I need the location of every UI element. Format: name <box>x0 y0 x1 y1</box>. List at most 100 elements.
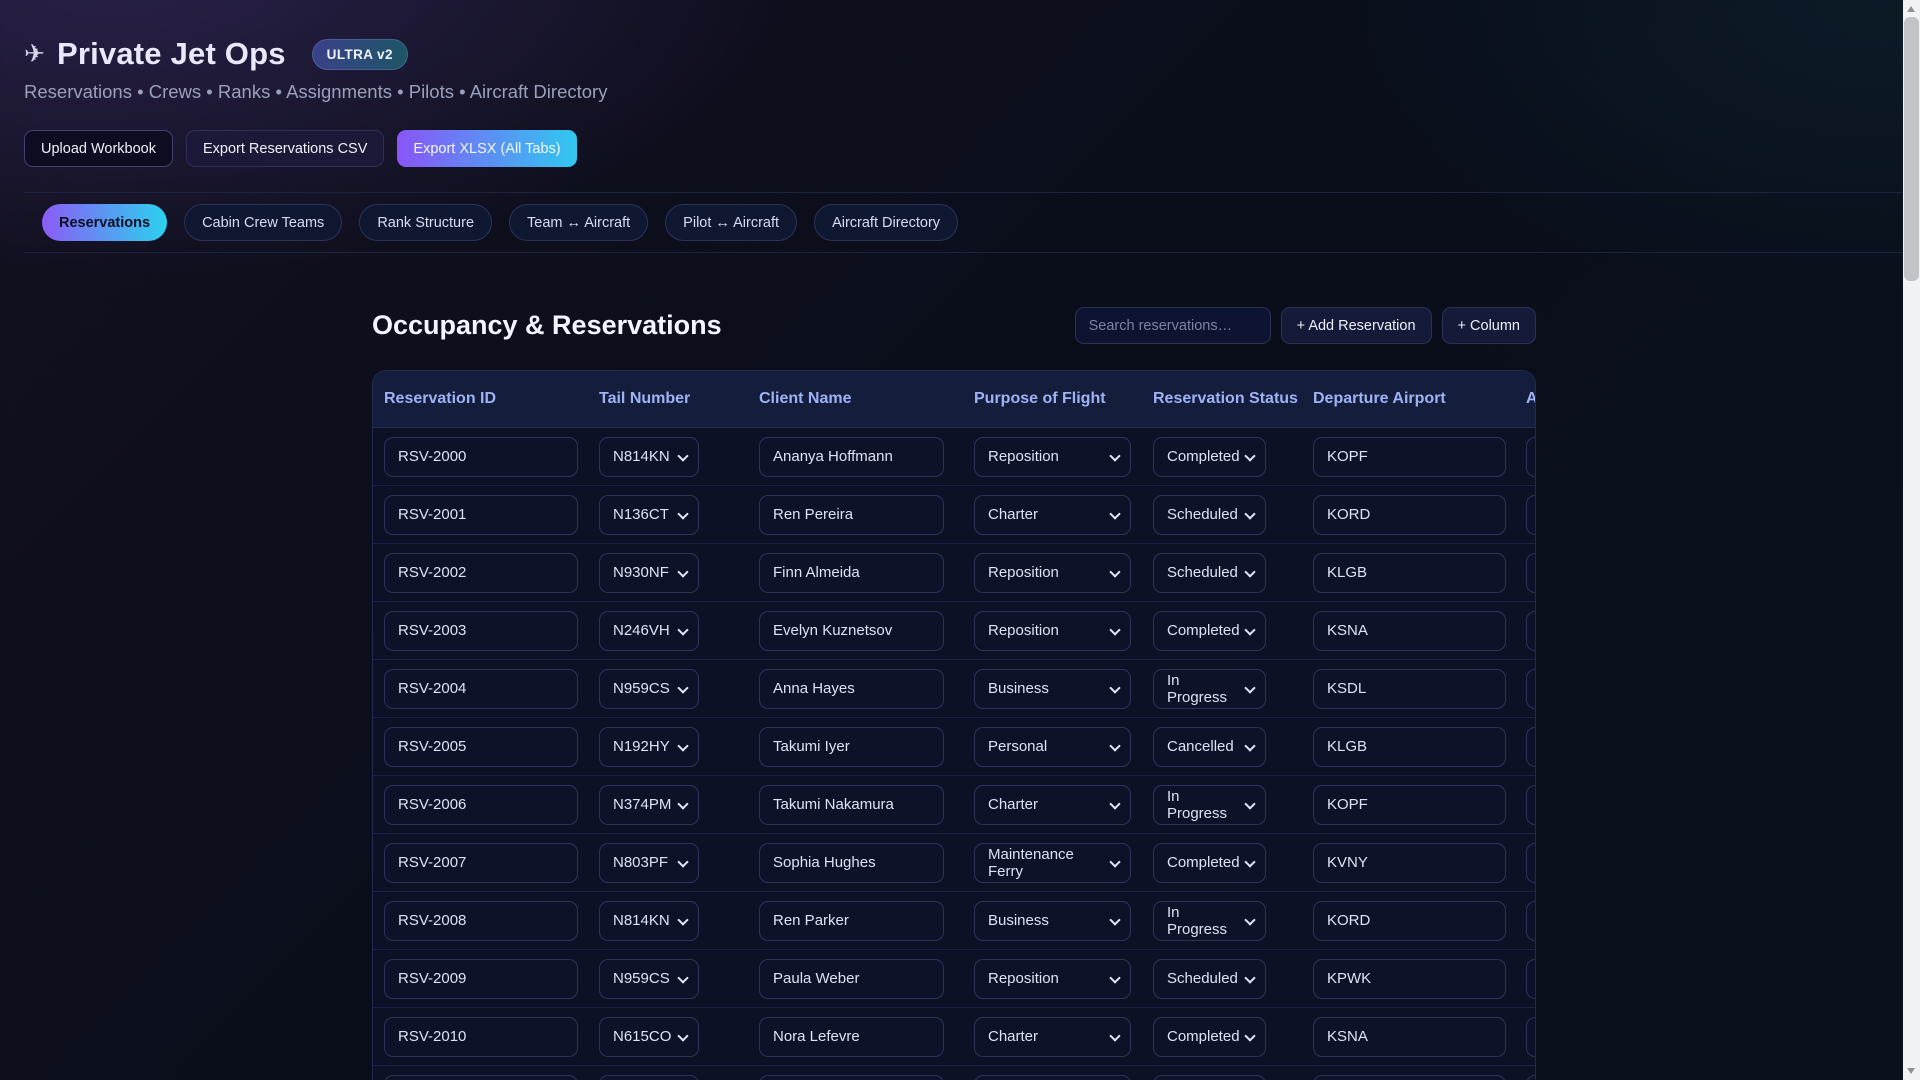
add-column-button[interactable]: + Column <box>1441 307 1536 344</box>
tab-rank-structure[interactable]: Rank Structure <box>359 204 493 241</box>
departure-airport-input[interactable] <box>1313 436 1506 477</box>
upload-workbook-button[interactable]: Upload Workbook <box>24 130 173 167</box>
tab-team-aircraft[interactable]: Team ↔ Aircraft <box>509 204 649 241</box>
departure-airport-input[interactable] <box>1313 1074 1506 1080</box>
reservation-id-input[interactable] <box>384 610 578 651</box>
vertical-scrollbar[interactable] <box>1903 0 1920 1080</box>
reservation-id-input[interactable] <box>384 958 578 999</box>
reservation-id-input[interactable] <box>384 436 578 477</box>
reservation-status-select[interactable]: Cancelled <box>1153 726 1266 767</box>
tail-number-select[interactable]: N615CO <box>599 1016 699 1057</box>
search-input[interactable] <box>1074 307 1271 344</box>
add-reservation-button[interactable]: + Add Reservation <box>1280 307 1432 344</box>
tab-aircraft-directory[interactable]: Aircraft Directory <box>814 204 959 241</box>
tail-number-select[interactable]: N930NF <box>599 552 699 593</box>
tail-number-select[interactable] <box>599 1074 699 1080</box>
departure-airport-input[interactable] <box>1313 842 1506 883</box>
arrival-airport-input[interactable] <box>1526 494 1535 535</box>
arrival-airport-input[interactable] <box>1526 958 1535 999</box>
purpose-of-flight-select[interactable]: Charter <box>974 494 1131 535</box>
arrival-airport-input[interactable] <box>1526 784 1535 825</box>
purpose-of-flight-select[interactable]: Business <box>974 668 1131 709</box>
client-name-input[interactable] <box>759 900 944 941</box>
reservation-status-select[interactable]: Scheduled <box>1153 494 1266 535</box>
export-xlsx-button[interactable]: Export XLSX (All Tabs) <box>397 130 577 167</box>
scroll-up-icon[interactable] <box>1907 6 1915 12</box>
scroll-down-icon[interactable] <box>1907 1068 1915 1074</box>
tail-number-select[interactable]: N246VH <box>599 610 699 651</box>
client-name-input[interactable] <box>759 436 944 477</box>
arrival-airport-input[interactable] <box>1526 726 1535 767</box>
reservation-id-input[interactable] <box>384 668 578 709</box>
tab-pilot-aircraft[interactable]: Pilot ↔ Aircraft <box>665 204 798 241</box>
arrival-airport-input[interactable] <box>1526 1016 1535 1057</box>
reservation-id-input[interactable] <box>384 842 578 883</box>
departure-airport-input[interactable] <box>1313 1016 1506 1057</box>
departure-airport-input[interactable] <box>1313 668 1506 709</box>
reservation-id-input[interactable] <box>384 1074 578 1080</box>
reservation-status-select[interactable]: In Progress <box>1153 784 1266 825</box>
client-name-input[interactable] <box>759 842 944 883</box>
tail-number-select[interactable]: N814KN <box>599 436 699 477</box>
purpose-of-flight-select[interactable]: Charter <box>974 784 1131 825</box>
purpose-of-flight-select[interactable]: Personal <box>974 726 1131 767</box>
departure-airport-input[interactable] <box>1313 784 1506 825</box>
arrival-airport-input[interactable] <box>1526 552 1535 593</box>
tail-number-select[interactable]: N959CS <box>599 958 699 999</box>
reservation-id-input[interactable] <box>384 552 578 593</box>
client-name-input[interactable] <box>759 726 944 767</box>
reservation-id-input[interactable] <box>384 494 578 535</box>
tail-number-select[interactable]: N814KN <box>599 900 699 941</box>
client-name-input[interactable] <box>759 552 944 593</box>
reservation-id-input[interactable] <box>384 900 578 941</box>
export-csv-button[interactable]: Export Reservations CSV <box>186 130 385 167</box>
tail-number-select[interactable]: N136CT <box>599 494 699 535</box>
arrival-airport-input[interactable] <box>1526 610 1535 651</box>
departure-airport-input[interactable] <box>1313 552 1506 593</box>
arrival-airport-input[interactable] <box>1526 668 1535 709</box>
reservation-status-select[interactable]: Completed <box>1153 842 1266 883</box>
reservation-status-select[interactable] <box>1153 1074 1266 1080</box>
tail-number-select[interactable]: N959CS <box>599 668 699 709</box>
reservation-id-input[interactable] <box>384 1016 578 1057</box>
reservation-id-input[interactable] <box>384 726 578 767</box>
purpose-of-flight-select[interactable]: Maintenance Ferry <box>974 842 1131 883</box>
departure-airport-input[interactable] <box>1313 958 1506 999</box>
reservation-status-select[interactable]: In Progress <box>1153 900 1266 941</box>
arrival-airport-input[interactable] <box>1526 842 1535 883</box>
purpose-of-flight-select[interactable]: Reposition <box>974 958 1131 999</box>
purpose-of-flight-select[interactable] <box>974 1074 1131 1080</box>
reservation-id-input[interactable] <box>384 784 578 825</box>
purpose-of-flight-select[interactable]: Reposition <box>974 552 1131 593</box>
reservation-status-select[interactable]: Completed <box>1153 436 1266 477</box>
purpose-of-flight-select[interactable]: Reposition <box>974 436 1131 477</box>
departure-airport-input[interactable] <box>1313 494 1506 535</box>
arrival-airport-input[interactable] <box>1526 1074 1535 1080</box>
tail-number-select[interactable]: N192HY <box>599 726 699 767</box>
reservation-status-select[interactable]: Completed <box>1153 610 1266 651</box>
client-name-input[interactable] <box>759 958 944 999</box>
reservation-status-select[interactable]: Scheduled <box>1153 552 1266 593</box>
departure-airport-input[interactable] <box>1313 610 1506 651</box>
client-name-input[interactable] <box>759 610 944 651</box>
arrival-airport-input[interactable] <box>1526 900 1535 941</box>
purpose-of-flight-select[interactable]: Reposition <box>974 610 1131 651</box>
client-name-input[interactable] <box>759 1016 944 1057</box>
arrival-airport-input[interactable] <box>1526 436 1535 477</box>
tail-number-select[interactable]: N803PF <box>599 842 699 883</box>
reservation-status-select[interactable]: Scheduled <box>1153 958 1266 999</box>
purpose-of-flight-select[interactable]: Business <box>974 900 1131 941</box>
client-name-input[interactable] <box>759 784 944 825</box>
tab-reservations[interactable]: Reservations <box>42 204 168 241</box>
purpose-of-flight-select[interactable]: Charter <box>974 1016 1131 1057</box>
tail-number-select[interactable]: N374PM <box>599 784 699 825</box>
tab-cabin-crew-teams[interactable]: Cabin Crew Teams <box>184 204 343 241</box>
client-name-input[interactable] <box>759 494 944 535</box>
reservation-status-select[interactable]: In Progress <box>1153 668 1266 709</box>
reservation-status-select[interactable]: Completed <box>1153 1016 1266 1057</box>
departure-airport-input[interactable] <box>1313 900 1506 941</box>
client-name-input[interactable] <box>759 668 944 709</box>
scrollbar-thumb[interactable] <box>1904 17 1919 281</box>
departure-airport-input[interactable] <box>1313 726 1506 767</box>
client-name-input[interactable] <box>759 1074 944 1080</box>
